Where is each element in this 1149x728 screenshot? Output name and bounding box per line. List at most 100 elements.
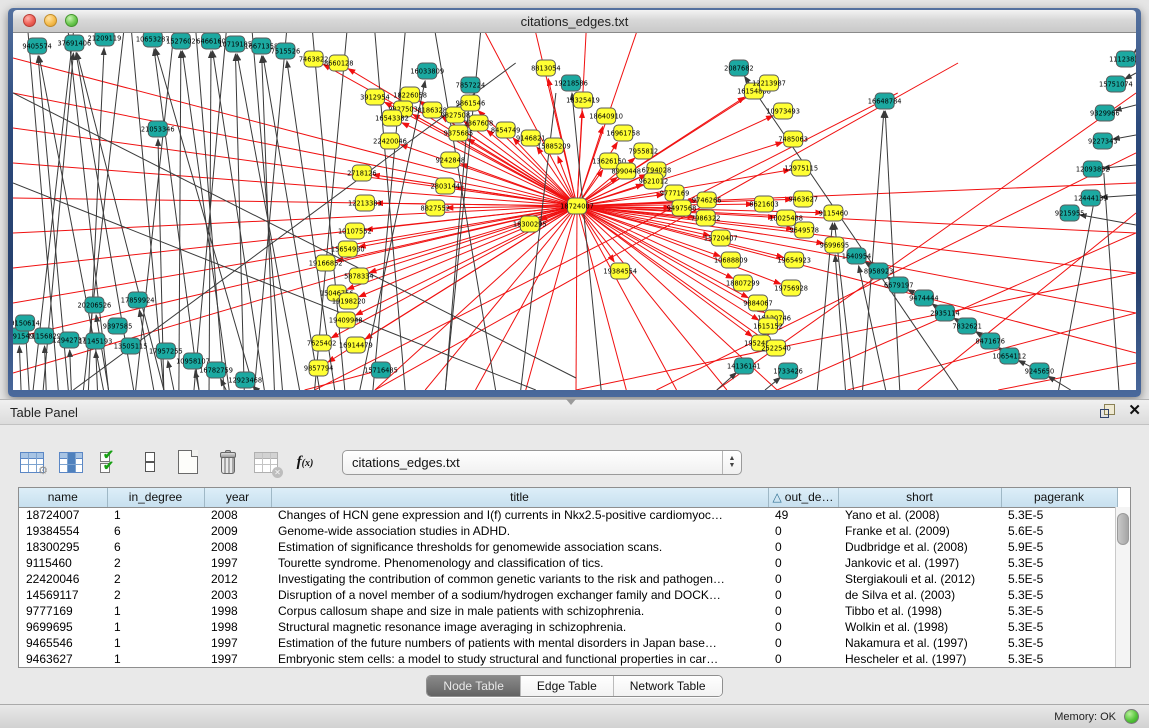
table-cell[interactable]: 5.3E-5 [1001,555,1117,571]
table-cell[interactable]: 1997 [204,635,271,651]
table-cell[interactable]: Corpus callosum shape and size in male p… [271,603,768,619]
table-cell[interactable]: 0 [768,571,838,587]
table-cell[interactable]: 1997 [204,651,271,667]
table-cell[interactable]: Structural magnetic resonance image aver… [271,619,768,635]
table-cell[interactable]: 9463627 [19,651,107,667]
graph-node[interactable]: 1527602 [166,33,196,49]
graph-node[interactable]: 8660128 [324,55,354,71]
table-row[interactable]: 969969511998Structural magnetic resonanc… [19,619,1117,635]
graph-node[interactable]: 9699695 [820,237,850,253]
column-header-out-de-[interactable]: △out_de… [768,488,838,507]
graph-node[interactable]: 11123835 [1109,51,1136,67]
table-cell[interactable]: 2012 [204,571,271,587]
table-cell[interactable]: 5.5E-5 [1001,571,1117,587]
graph-node[interactable]: 21209119 [88,33,122,46]
show-columns-button[interactable] [57,448,85,476]
table-cell[interactable]: 49 [768,507,838,523]
splitter-handle[interactable] [566,399,576,405]
table-cell[interactable]: Changes of HCN gene expression and I(f) … [271,507,768,523]
table-scrollbar[interactable] [1115,507,1130,667]
tab-edge-table[interactable]: Edge Table [521,676,614,696]
table-cell[interactable]: 5.3E-5 [1001,619,1117,635]
table-cell[interactable]: 5.6E-5 [1001,523,1117,539]
graph-node[interactable]: 16648784 [868,93,902,109]
table-cell[interactable]: 1 [107,603,204,619]
table-cell[interactable]: Tibbo et al. (1998) [838,603,1001,619]
graph-node[interactable]: 9397585 [103,318,133,334]
unselect-all-button[interactable] [135,448,163,476]
graph-node[interactable]: 11145193 [79,333,113,349]
graph-node[interactable]: 12093852 [1076,161,1110,177]
graph-node[interactable]: 2803144 [431,178,461,194]
graph-node[interactable]: 19384554 [603,263,637,279]
table-cell[interactable]: 5.3E-5 [1001,507,1117,523]
window-titlebar[interactable]: citations_edges.txt [13,10,1136,33]
table-row[interactable]: 977716911998Corpus callosum shape and si… [19,603,1117,619]
close-panel-icon[interactable]: ✕ [1128,403,1141,418]
float-panel-icon[interactable] [1100,403,1116,418]
table-cell[interactable]: 0 [768,603,838,619]
table-cell[interactable]: 2 [107,555,204,571]
table-cell[interactable]: 9115460 [19,555,107,571]
table-cell[interactable]: Estimation of the future numbers of pati… [271,635,768,651]
table-cell[interactable]: 6 [107,539,204,555]
table-cell[interactable]: 5.3E-5 [1001,603,1117,619]
graph-node[interactable]: 10107552 [338,223,372,239]
graph-node[interactable]: 19756928 [774,280,808,296]
table-cell[interactable]: Dudbridge et al. (2008) [838,539,1001,555]
graph-node[interactable]: 1733426 [773,363,803,379]
table-cell[interactable]: 14569117 [19,587,107,603]
tab-network-table[interactable]: Network Table [614,676,722,696]
table-cell[interactable]: 2008 [204,507,271,523]
new-column-button[interactable] [174,448,202,476]
graph-node[interactable]: 16961758 [606,125,640,141]
table-cell[interactable]: 1 [107,507,204,523]
column-header-pagerank[interactable]: pagerank [1001,488,1117,507]
table-cell[interactable]: Genome-wide association studies in ADHD. [271,523,768,539]
table-cell[interactable]: 2008 [204,539,271,555]
graph-node[interactable]: 2718126 [347,165,377,181]
table-row[interactable]: 1938455462009Genome-wide association stu… [19,523,1117,539]
table-cell[interactable]: 5.3E-5 [1001,587,1117,603]
memory-status-indicator[interactable] [1124,709,1139,724]
scrollbar-thumb[interactable] [1117,513,1129,545]
table-row[interactable]: 1830029562008Estimation of significance … [19,539,1117,555]
table-cell[interactable]: 9465546 [19,635,107,651]
table-cell[interactable]: Embryonic stem cells: a model to study s… [271,651,768,667]
graph-node[interactable]: 10653287 [136,33,170,47]
table-cell[interactable]: 1998 [204,603,271,619]
table-cell[interactable]: Hescheler et al. (1997) [838,651,1001,667]
graph-node[interactable]: 12444139 [1074,190,1108,206]
graph-node[interactable]: 9857794 [304,360,334,376]
graph-node[interactable]: 19654923 [777,252,811,268]
table-cell[interactable]: 22420046 [19,571,107,587]
table-row[interactable]: 1872400712008Changes of HCN gene express… [19,507,1117,523]
table-cell[interactable]: Jankovic et al. (1997) [838,555,1001,571]
graph-node[interactable]: 9227343 [1088,133,1118,149]
graph-node[interactable]: 8471676 [975,333,1005,349]
graph-node[interactable]: 9405574 [22,38,52,54]
column-header-in-degree[interactable]: in_degree [107,488,204,507]
graph-node[interactable]: 13505115 [114,338,148,354]
table-cell[interactable]: 2 [107,587,204,603]
table-cell[interactable]: 0 [768,523,838,539]
table-row[interactable]: 1456911722003Disruption of a novel membe… [19,587,1117,603]
graph-node[interactable]: 21053346 [141,121,175,137]
graph-node[interactable]: 9746266 [692,192,722,208]
graph-node[interactable]: 2087682 [724,60,754,76]
column-header-short[interactable]: short [838,488,1001,507]
table-cell[interactable]: 0 [768,555,838,571]
column-header-title[interactable]: title [271,488,768,507]
table-cell[interactable]: 1 [107,651,204,667]
table-row[interactable]: 2242004622012Investigating the contribut… [19,571,1117,587]
zoom-window-button[interactable] [65,14,78,27]
table-cell[interactable]: 0 [768,619,838,635]
table-selector-dropdown[interactable]: citations_edges.txt ▲▼ [342,450,742,475]
graph-node[interactable]: 14136141 [727,358,761,374]
graph-node[interactable]: 18325419 [566,92,600,108]
table-row[interactable]: 946362711997Embryonic stem cells: a mode… [19,651,1117,667]
table-cell[interactable]: 2003 [204,587,271,603]
table-cell[interactable]: 1998 [204,619,271,635]
select-all-button[interactable]: ✔ ✔ [96,448,124,476]
table-cell[interactable]: 0 [768,651,838,667]
